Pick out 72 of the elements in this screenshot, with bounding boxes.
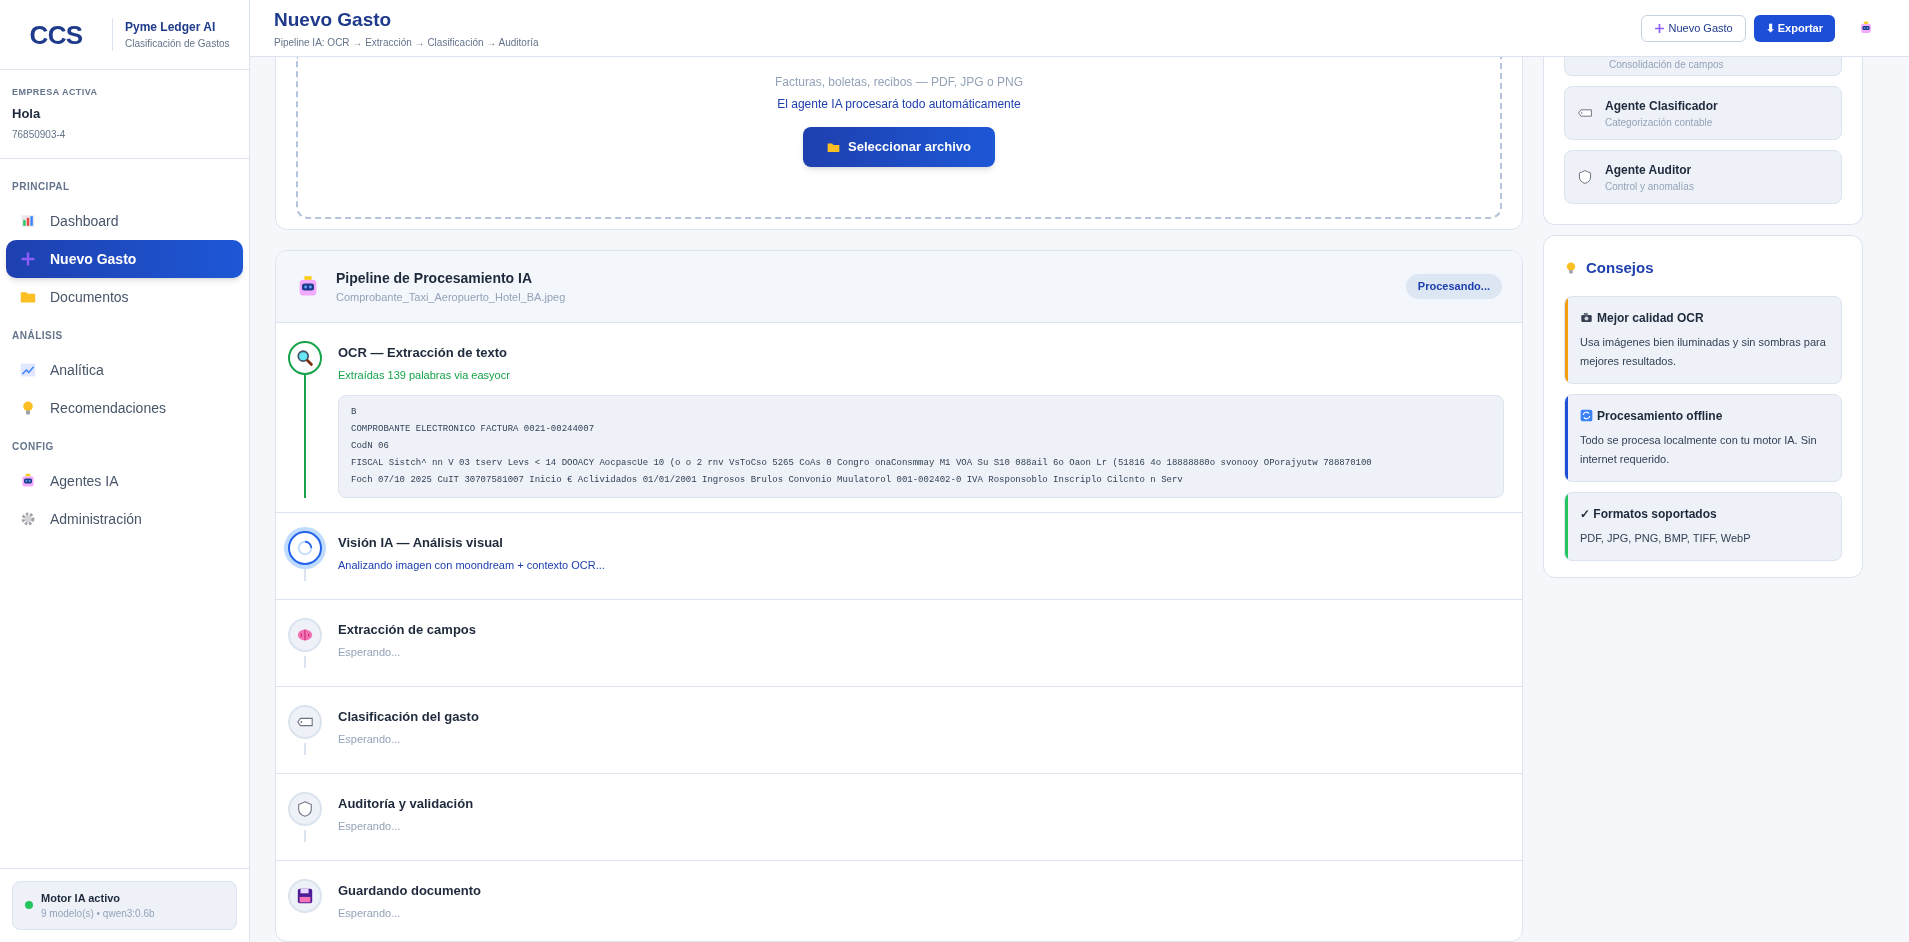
agent-subtitle: Categorización contable bbox=[1605, 115, 1714, 130]
breadcrumb: Pipeline IA: OCR → Extracción → Clasificación → Auditoría bbox=[274, 35, 540, 50]
robot-icon bbox=[1859, 21, 1873, 35]
app-title: Pyme Ledger AI bbox=[125, 19, 217, 36]
status-badge: Procesando... bbox=[1405, 274, 1502, 299]
agent-title: Agente Auditor bbox=[1605, 161, 1693, 179]
step-title: Clasificación del gasto bbox=[338, 708, 480, 726]
select-file-button[interactable]: Seleccionar archivo bbox=[803, 127, 995, 167]
step-detail: Esperando... bbox=[338, 731, 402, 747]
step-title: Auditoría y validación bbox=[338, 795, 475, 813]
tip-title: Procesamiento offline bbox=[1597, 407, 1723, 425]
app-subtitle: Clasificación de Gastos bbox=[125, 37, 230, 51]
nav-item[interactable]: Documentos bbox=[6, 278, 243, 316]
agent-title: Agente Clasificador bbox=[1605, 97, 1718, 115]
plus-icon bbox=[20, 251, 36, 267]
tip-text: Todo se procesa localmente con tu motor IA. Sin internet requerido. bbox=[1580, 432, 1818, 467]
step-detail: Esperando... bbox=[338, 818, 402, 834]
tip-text: Usa imágenes bien iluminadas y sin sombras para mejores resultados. bbox=[1580, 334, 1827, 369]
step-detail: Analizando imagen con moondream + contexto OCR... bbox=[338, 557, 606, 573]
step-detail: Extraídas 139 palabras via easyocr bbox=[338, 367, 511, 383]
company-name: Hola bbox=[12, 104, 42, 123]
new-expense-button[interactable]: Nuevo Gasto bbox=[1640, 14, 1746, 42]
engine-title: Motor IA activo bbox=[41, 890, 122, 906]
tips-title: Consejos bbox=[1586, 258, 1654, 278]
agent-subtitle: Control y anomalías bbox=[1605, 179, 1694, 194]
step-detail: Esperando... bbox=[338, 905, 402, 921]
bar-chart-icon bbox=[20, 213, 36, 229]
tip-title: Mejor calidad OCR bbox=[1597, 309, 1704, 327]
shield-icon bbox=[296, 800, 314, 818]
agent-subtitle: Consolidación de campos bbox=[1609, 58, 1724, 72]
ocr-output: B COMPROBANTE ELECTRONICO FACTURA 0021-00244007 CodN 06 FISCAL Sistch^ nn V 03 tserv Levs < 14 DOOACY AocpascUe 10 (o o 2 rnv VsToCso 5265 CoAs 0 Congro onaConsmmay M1 VOA Su S10 088ail 6o Oaon Lr (51816 4o 18888880o svonooy OPorajyutw 788870100 Foch 07/10 2025 CuIT 30707581007 Inicio € Aclividados 01/01/2001 Ingrosos Brulos Convonio Muulatorol 001-002402-0 IVA Rosponsoblo Inscriplo Cilcnto n Serv bbox=[338, 395, 1504, 498]
step-title: OCR — Extracción de texto bbox=[338, 344, 509, 362]
export-button[interactable]: ⬇ Exportar bbox=[1753, 14, 1835, 42]
tip-text: PDF, JPG, PNG, BMP, TIFF, WebP bbox=[1580, 530, 1751, 546]
tip-title: ✓ Formatos soportados bbox=[1580, 505, 1717, 523]
nav-item[interactable]: Dashboard bbox=[6, 202, 243, 240]
nav-item[interactable]: Agentes IA bbox=[6, 462, 243, 500]
line-chart-icon bbox=[20, 362, 36, 378]
agent-item[interactable]: Agente Clasificador Categorización contable bbox=[1564, 86, 1842, 140]
section-label: EMPRESA ACTIVA bbox=[12, 86, 99, 99]
upload-hint: Facturas, boletas, recibos — PDF, JPG o PNG bbox=[774, 74, 1024, 91]
nav-section-title: CONFIG bbox=[11, 440, 55, 454]
step-title: Extracción de campos bbox=[338, 621, 477, 639]
nav-item[interactable]: Administración bbox=[6, 500, 243, 538]
company-id: 76850903-4 bbox=[12, 128, 67, 142]
upload-note: El agente IA procesará todo automáticamente bbox=[777, 96, 1021, 113]
nav-item[interactable]: Analítica bbox=[6, 351, 243, 389]
plus-icon bbox=[1653, 22, 1665, 34]
user-avatar[interactable] bbox=[1859, 21, 1873, 35]
spinner-icon bbox=[296, 539, 314, 557]
lightbulb-icon bbox=[20, 400, 36, 416]
pipeline-title: Pipeline de Procesamiento IA bbox=[336, 268, 534, 288]
logo: CCS bbox=[28, 21, 84, 48]
page-title: Nuevo Gasto bbox=[274, 8, 393, 33]
refresh-icon bbox=[1580, 409, 1593, 422]
agent-item[interactable]: Agente Auditor Control y anomalías bbox=[1564, 150, 1842, 204]
engine-detail: 9 modelo(s) • qwen3:0.6b bbox=[41, 907, 155, 921]
magnifier-icon bbox=[296, 349, 314, 367]
step-title: Guardando documento bbox=[338, 882, 482, 900]
file-name: Comprobante_Taxi_Aeropuerto_Hotel_BA.jpeg bbox=[336, 289, 567, 305]
gear-icon bbox=[20, 511, 36, 527]
nav-item[interactable]: Recomendaciones bbox=[6, 389, 243, 427]
folder-icon bbox=[20, 289, 36, 305]
step-title: Visión IA — Análisis visual bbox=[338, 534, 504, 552]
robot-icon bbox=[20, 473, 36, 489]
shield-icon bbox=[1577, 169, 1593, 185]
nav-section-title: PRINCIPAL bbox=[11, 180, 71, 194]
camera-icon bbox=[1580, 311, 1593, 324]
nav-item[interactable]: Nuevo Gasto bbox=[6, 240, 243, 278]
lightbulb-icon bbox=[1564, 261, 1578, 276]
nav-section-title: ANÁLISIS bbox=[11, 328, 64, 343]
step-detail: Esperando... bbox=[338, 644, 402, 660]
